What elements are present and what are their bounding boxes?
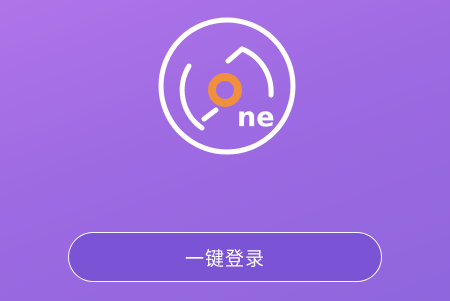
- one-click-login-button[interactable]: 一键登录: [68, 232, 382, 282]
- logo-text: ne: [237, 102, 275, 133]
- login-button-label: 一键登录: [184, 247, 265, 270]
- app-logo: ne: [158, 17, 296, 155]
- one-logo-icon: ne: [158, 17, 296, 155]
